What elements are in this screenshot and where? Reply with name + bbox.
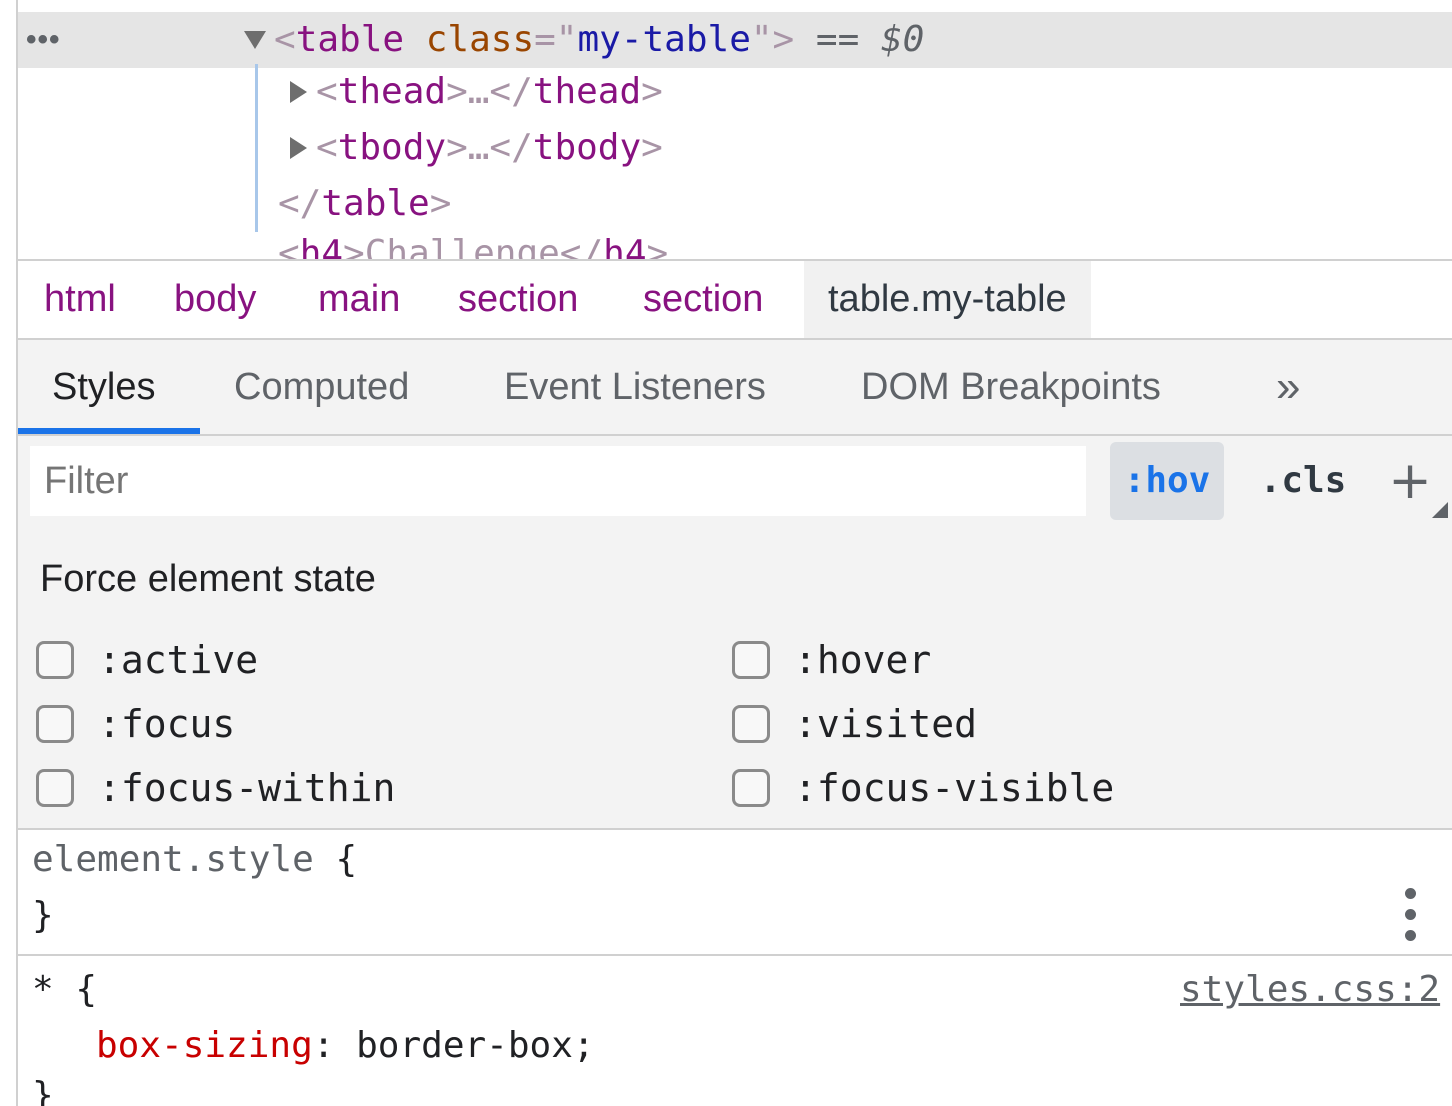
universal-selector: * bbox=[32, 969, 54, 1010]
dom-line-tbody[interactable]: <tbody>…</tbody> bbox=[18, 120, 1452, 176]
expand-triangle-icon[interactable] bbox=[244, 31, 266, 49]
sidebar-tabs: Styles Computed Event Listeners DOM Brea… bbox=[18, 340, 1452, 436]
tag-name: tbody bbox=[337, 127, 447, 168]
breadcrumb-html[interactable]: html bbox=[20, 261, 140, 338]
tag-bracket: < bbox=[274, 19, 296, 60]
state-focus-within-label[interactable]: :focus-within bbox=[98, 763, 395, 813]
panel-left-border bbox=[16, 0, 18, 1106]
tag-bracket: </ bbox=[278, 183, 322, 224]
tag-name: table bbox=[295, 19, 405, 60]
universal-selector-line[interactable]: * { bbox=[32, 962, 97, 1018]
force-element-state-pane: Force element state :active :focus :focu… bbox=[18, 528, 1452, 830]
close-brace: } bbox=[32, 895, 54, 936]
open-brace: { bbox=[75, 969, 98, 1010]
tag-name: thead bbox=[337, 71, 447, 112]
dom-line-close-table[interactable]: </table> bbox=[18, 176, 1452, 232]
tag-bracket: > bbox=[646, 233, 669, 259]
breadcrumb: html body main section section table.my-… bbox=[18, 259, 1452, 340]
property-name[interactable]: box-sizing bbox=[96, 1025, 313, 1066]
property-colon: : bbox=[312, 1025, 335, 1066]
tag-name: h4 bbox=[603, 233, 647, 259]
element-style-rule[interactable]: element.style { } bbox=[18, 830, 1452, 956]
tag-bracket: < bbox=[316, 127, 338, 168]
filter-input[interactable] bbox=[30, 446, 1086, 516]
property-value[interactable]: border-box; bbox=[356, 1025, 594, 1066]
dom-line-selected-table[interactable]: ••• <table class="my-table"> == $0 bbox=[18, 12, 1452, 68]
dollar-zero: $0 bbox=[880, 19, 925, 60]
tag-name: tbody bbox=[532, 127, 642, 168]
state-focus-visible-label[interactable]: :focus-visible bbox=[794, 763, 1114, 813]
tag-bracket: > bbox=[641, 127, 663, 168]
new-rule-menu-corner-icon[interactable] bbox=[1432, 502, 1448, 518]
hov-toggle-button[interactable]: :hov bbox=[1110, 442, 1224, 520]
state-focus-within-checkbox[interactable] bbox=[36, 769, 74, 807]
state-focus-label[interactable]: :focus bbox=[98, 699, 235, 749]
state-focus-visible-checkbox[interactable] bbox=[732, 769, 770, 807]
state-hover-label[interactable]: :hover bbox=[794, 635, 931, 685]
breadcrumb-table[interactable]: table.my-table bbox=[804, 261, 1091, 338]
state-visited-checkbox[interactable] bbox=[732, 705, 770, 743]
universal-close: } bbox=[32, 1068, 54, 1106]
breadcrumb-section-1[interactable]: section bbox=[434, 261, 602, 338]
state-focus-checkbox[interactable] bbox=[36, 705, 74, 743]
attr-value: my-table bbox=[577, 19, 751, 60]
cls-toggle-button[interactable]: .cls bbox=[1240, 442, 1366, 520]
open-brace: { bbox=[335, 839, 358, 880]
more-tabs-chevron-icon[interactable]: » bbox=[1276, 362, 1300, 412]
breadcrumb-main[interactable]: main bbox=[294, 261, 424, 338]
breadcrumb-section-2[interactable]: section bbox=[619, 261, 787, 338]
dom-tree[interactable]: ••• <table class="my-table"> == $0 <thea… bbox=[18, 0, 1452, 259]
close-brace: } bbox=[32, 1075, 54, 1106]
state-visited-label[interactable]: :visited bbox=[794, 699, 977, 749]
tag-bracket: > bbox=[641, 71, 663, 112]
eqeq: == bbox=[815, 19, 860, 60]
breadcrumb-body[interactable]: body bbox=[150, 261, 280, 338]
more-options-icon[interactable] bbox=[1400, 888, 1420, 942]
tag-bracket: >…</ bbox=[446, 127, 533, 168]
attr-name: class bbox=[425, 19, 535, 60]
state-active-label[interactable]: :active bbox=[98, 635, 258, 685]
state-active-checkbox[interactable] bbox=[36, 641, 74, 679]
element-style-close: } bbox=[32, 888, 54, 944]
tag-bracket: < bbox=[278, 233, 300, 259]
tab-computed[interactable]: Computed bbox=[200, 340, 443, 434]
tag-bracket: > bbox=[429, 183, 452, 224]
source-link[interactable]: styles.css:2 bbox=[1180, 962, 1440, 1018]
universal-selector-rule[interactable]: * { box-sizing: border-box; } styles.css… bbox=[18, 956, 1452, 1106]
new-rule-plus-icon[interactable]: + bbox=[1380, 442, 1440, 520]
attr-eq: =" bbox=[534, 19, 578, 60]
element-style-selector-line[interactable]: element.style { bbox=[32, 832, 357, 888]
node-menu-ellipsis[interactable]: ••• bbox=[26, 12, 61, 68]
tag-name: table bbox=[321, 183, 430, 224]
tab-dom-breakpoints[interactable]: DOM Breakpoints bbox=[827, 340, 1195, 434]
dom-line-h4-partial[interactable]: <h4>Challenge</h4> bbox=[18, 226, 1452, 259]
styles-toolbar: :hov .cls + bbox=[18, 436, 1452, 528]
state-hover-checkbox[interactable] bbox=[732, 641, 770, 679]
dom-line-thead[interactable]: <thead>…</thead> bbox=[18, 64, 1452, 120]
tag-bracket: >…</ bbox=[446, 71, 533, 112]
tag-bracket: >Challenge</ bbox=[343, 233, 604, 259]
tag-name: h4 bbox=[299, 233, 344, 259]
element-style-selector: element.style bbox=[32, 839, 314, 880]
collapse-triangle-icon[interactable] bbox=[290, 137, 307, 159]
active-tab-indicator bbox=[18, 428, 200, 434]
tag-bracket: < bbox=[316, 71, 338, 112]
tag-name: thead bbox=[532, 71, 642, 112]
tab-event-listeners[interactable]: Event Listeners bbox=[470, 340, 800, 434]
force-state-title: Force element state bbox=[40, 558, 376, 600]
tab-styles[interactable]: Styles bbox=[18, 340, 189, 434]
collapse-triangle-icon[interactable] bbox=[290, 81, 307, 103]
attr-close: "> bbox=[750, 19, 795, 60]
declaration-box-sizing[interactable]: box-sizing: border-box; bbox=[96, 1018, 595, 1074]
